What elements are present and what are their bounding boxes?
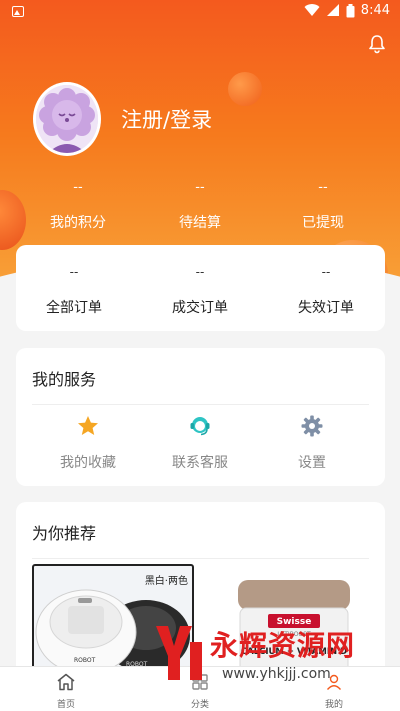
watermark-logo [156,626,202,680]
decor-circle [228,72,262,106]
tab-label: 我的 [324,700,343,710]
star-icon [78,416,98,435]
avatar-illustration [36,85,98,153]
watermark-text: 永辉资源网 [210,629,356,662]
service-label: 我的收藏 [60,455,116,471]
image-notification-icon [12,6,24,17]
stats-row: -- 我的积分 -- 待结算 -- 已提现 [0,180,400,240]
service-label: 联系客服 [172,455,228,471]
order-invalid[interactable]: -- 失效订单 [271,265,381,317]
home-icon [57,673,75,691]
stat-value: -- [318,180,328,195]
order-count: -- [69,265,79,279]
services-title: 我的服务 [32,370,97,389]
clock: 8:44 [360,3,390,18]
stat-value: -- [195,180,205,195]
recommend-title: 为你推荐 [32,524,97,543]
service-settings[interactable]: 设置 [257,414,367,472]
order-completed[interactable]: -- 成交订单 [145,265,255,317]
order-count: -- [321,265,331,279]
product-tag: 黑白·两色 [144,576,188,587]
watermark: 永辉资源网 www.yhkjjj.com [150,620,390,690]
tab-home[interactable]: 首页 [36,673,96,710]
avatar[interactable] [33,82,101,156]
orders-card: -- 全部订单 -- 成交订单 -- 失效订单 [16,245,385,331]
stat-pending[interactable]: -- 待结算 [145,180,255,232]
stat-withdrawn[interactable]: -- 已提现 [268,180,378,232]
status-bar: 8:44 [0,0,400,24]
order-label: 成交订单 [172,300,228,316]
service-label: 设置 [298,455,326,471]
battery-icon [346,3,355,17]
tab-label: 首页 [56,700,75,710]
wifi-icon [304,4,320,17]
signal-icon [326,4,339,16]
stat-points[interactable]: -- 我的积分 [23,180,133,232]
divider [32,558,369,559]
stat-label: 我的积分 [50,215,106,231]
order-count: -- [195,265,205,279]
login-register-link[interactable]: 注册/登录 [121,104,212,134]
service-support[interactable]: 联系客服 [145,414,255,472]
tab-label: 分类 [190,700,209,710]
gear-icon [301,415,323,437]
stat-value: -- [73,180,83,195]
service-favorites[interactable]: 我的收藏 [33,414,143,472]
order-label: 失效订单 [298,300,354,316]
stat-label: 待结算 [179,215,221,231]
order-label: 全部订单 [46,300,102,316]
order-all[interactable]: -- 全部订单 [19,265,129,317]
product-brand: ROBOT [74,657,96,664]
services-card: 我的服务 我的收藏 联系客服 设置 [16,348,385,486]
divider [32,404,369,405]
headset-icon [190,417,210,436]
watermark-url: www.yhkjjj.com [222,666,331,682]
bell-icon[interactable] [367,34,387,54]
stat-label: 已提现 [302,215,344,231]
